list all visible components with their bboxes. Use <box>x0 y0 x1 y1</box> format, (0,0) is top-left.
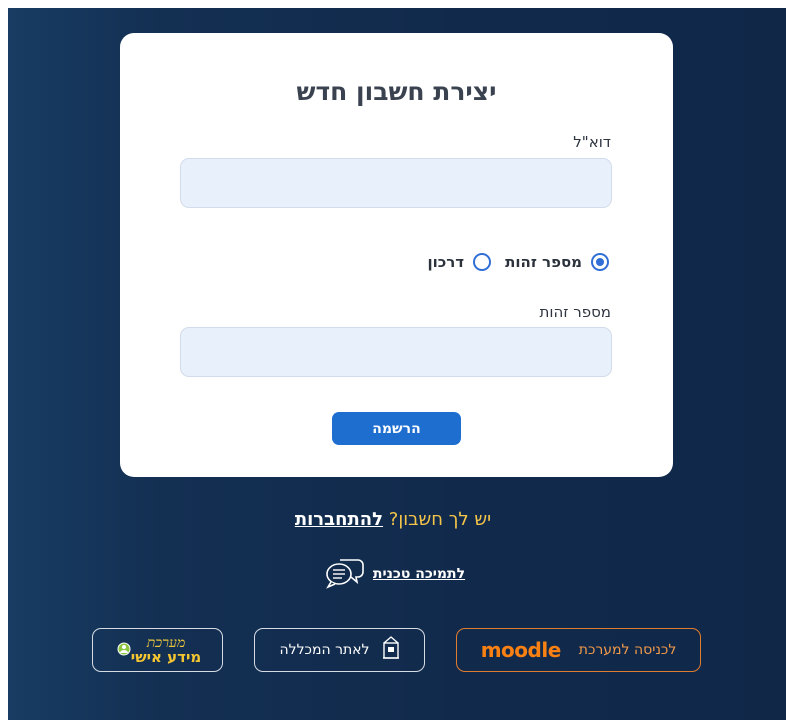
signup-card: יצירת חשבון חדש דוא"ל מספר זהות דרכון מס… <box>120 33 673 477</box>
college-site-label: לאתר המכללה <box>279 642 370 658</box>
moodle-logo: moodle <box>480 638 562 662</box>
login-link[interactable]: להתחברות <box>295 509 383 530</box>
radio-selected-icon[interactable] <box>591 253 609 271</box>
chat-bubbles-icon[interactable] <box>325 554 365 594</box>
moodle-link-label: לכניסה למערכת <box>578 642 677 658</box>
radio-id-number[interactable]: מספר זהות <box>505 253 609 271</box>
radio-unselected-icon[interactable] <box>473 253 492 271</box>
personal-info-button[interactable]: מערכת מידע אישי <box>92 628 223 672</box>
login-prompt-text: יש לך חשבון? <box>388 509 492 530</box>
college-site-button[interactable]: לאתר המכללה <box>254 628 425 672</box>
college-building-icon <box>382 636 400 664</box>
radio-passport-label: דרכון <box>427 253 465 271</box>
id-type-radio-group: מספר זהות דרכון <box>427 253 609 271</box>
register-button[interactable]: הרשמה <box>332 412 461 445</box>
personal-logo-bottom: מידע אישי <box>130 647 202 666</box>
email-label: דוא"ל <box>573 133 611 151</box>
radio-id-number-label: מספר זהות <box>505 253 582 271</box>
tech-support[interactable]: לתמיכה טכנית <box>310 554 480 594</box>
personal-info-badge-icon <box>117 641 131 660</box>
id-number-field[interactable] <box>180 327 612 377</box>
id-number-label: מספר זהות <box>539 303 611 321</box>
radio-passport[interactable]: דרכון <box>427 253 492 271</box>
personal-info-logo: מערכת מידע אישי <box>114 636 201 665</box>
email-field[interactable] <box>180 158 612 208</box>
tech-support-link[interactable]: לתמיכה טכנית <box>373 566 465 582</box>
moodle-link-button[interactable]: לכניסה למערכת moodle <box>456 628 701 672</box>
login-prompt: יש לך חשבון? להתחברות <box>0 509 786 530</box>
page-title: יצירת חשבון חדש <box>296 77 497 106</box>
